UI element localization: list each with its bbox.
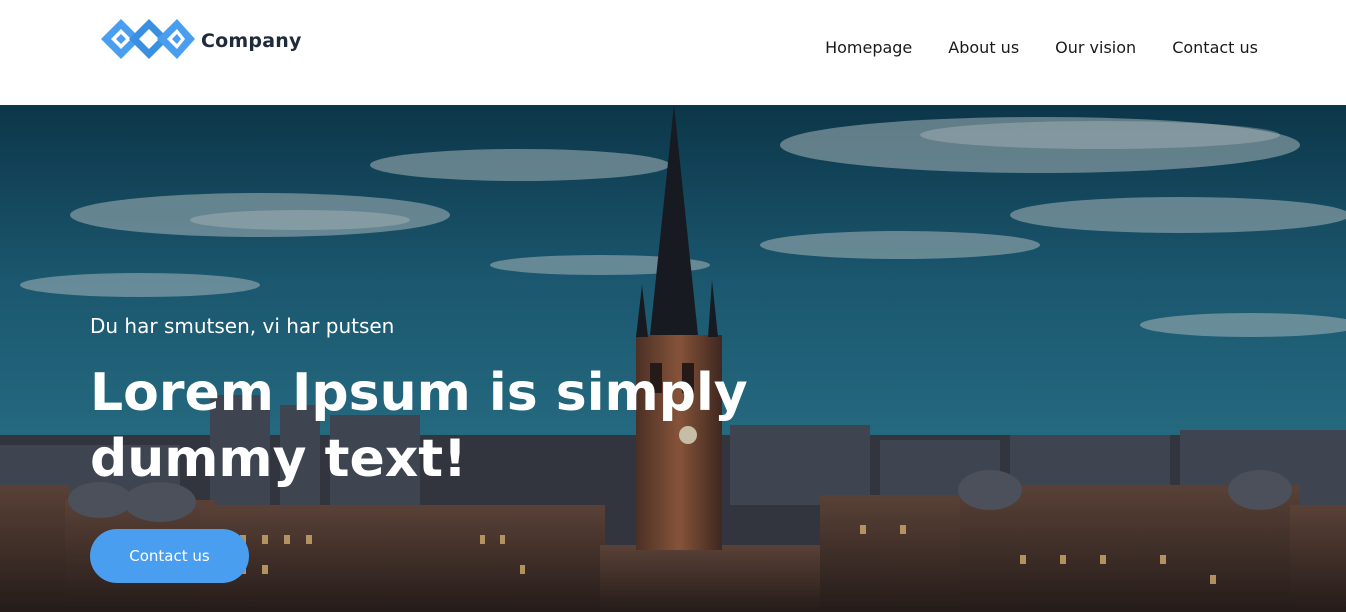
site-header: Company Homepage About us Our vision Con… <box>0 0 1346 105</box>
main-nav: Homepage About us Our vision Contact us <box>825 38 1258 57</box>
brand-name: Company <box>201 30 302 52</box>
nav-item-contact-us[interactable]: Contact us <box>1172 38 1258 57</box>
hero-section: Du har smutsen, vi har putsen Lorem Ipsu… <box>0 105 1346 612</box>
hero-headline-line-2: dummy text! <box>90 429 467 489</box>
hero-subtitle: Du har smutsen, vi har putsen <box>90 314 395 338</box>
company-logo-icon <box>101 19 195 59</box>
hero-headline: Lorem Ipsum is simply dummy text! <box>90 360 790 492</box>
contact-us-button[interactable]: Contact us <box>90 529 249 583</box>
brand-logo[interactable]: Company <box>99 14 302 64</box>
nav-item-about-us[interactable]: About us <box>948 38 1019 57</box>
nav-item-homepage[interactable]: Homepage <box>825 38 912 57</box>
hero-headline-line-1: Lorem Ipsum is simply <box>90 363 748 423</box>
nav-item-our-vision[interactable]: Our vision <box>1055 38 1136 57</box>
